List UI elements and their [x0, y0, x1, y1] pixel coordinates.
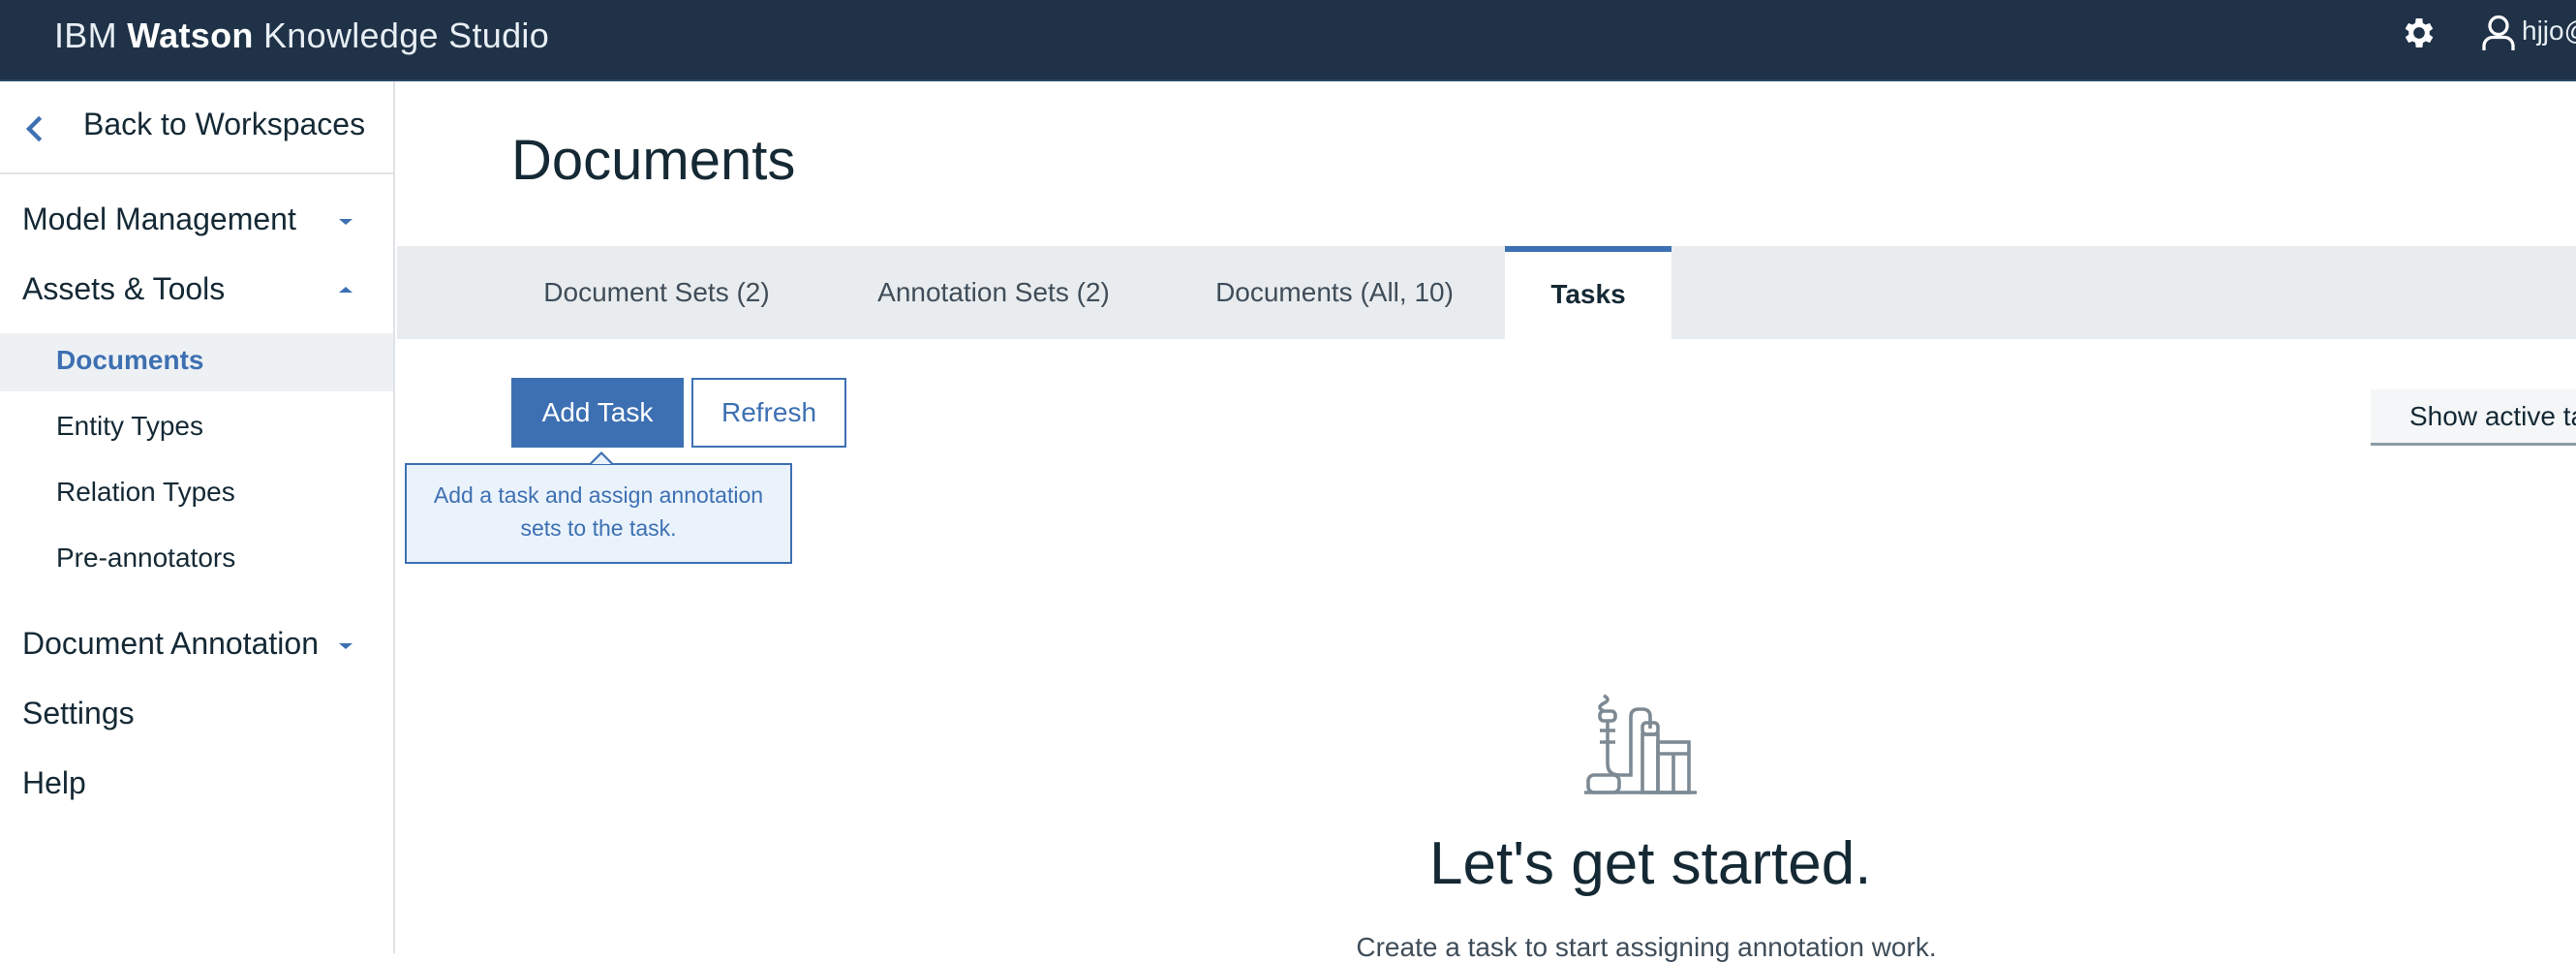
nav-relation-types[interactable]: Relation Types: [56, 477, 235, 508]
add-task-button[interactable]: Add Task: [511, 378, 684, 448]
caret-up-icon[interactable]: [337, 285, 354, 295]
caret-down-icon[interactable]: [337, 641, 354, 651]
page-title: Documents: [511, 129, 796, 192]
nav-entity-types[interactable]: Entity Types: [56, 411, 203, 442]
back-label: Back to Workspaces: [83, 107, 366, 141]
nav-document-annotation[interactable]: Document Annotation: [22, 626, 319, 662]
nav-model-management[interactable]: Model Management: [22, 202, 296, 237]
top-bar: IBM Watson Knowledge Studio hjjo@: [0, 0, 2576, 81]
tooltip-arrow-inner: [592, 454, 611, 464]
tab-document-sets[interactable]: Document Sets (2): [538, 246, 775, 339]
show-active-tasks-toggle[interactable]: Show active ta: [2371, 389, 2576, 446]
nav-pre-annotators[interactable]: Pre-annotators: [56, 543, 235, 574]
empty-state-title: Let's get started.: [1429, 830, 1872, 897]
tab-bar: Document Sets (2) Annotation Sets (2) Do…: [397, 246, 2576, 339]
nav-assets-tools[interactable]: Assets & Tools: [22, 271, 225, 307]
caret-down-icon[interactable]: [337, 217, 354, 227]
add-task-tooltip: Add a task and assign annotation sets to…: [405, 463, 792, 564]
brand-suffix: Knowledge Studio: [263, 16, 550, 55]
nav-documents[interactable]: Documents: [56, 345, 203, 376]
nav-settings[interactable]: Settings: [22, 696, 135, 731]
brand-bold: Watson: [127, 16, 254, 55]
user-name[interactable]: hjjo@: [2522, 16, 2576, 47]
tab-documents-all[interactable]: Documents (All, 10): [1207, 246, 1462, 339]
app-brand: IBM Watson Knowledge Studio: [54, 16, 549, 56]
sidebar: Back to Workspaces Model Management Asse…: [0, 81, 395, 953]
brand-prefix: IBM: [54, 16, 117, 55]
tab-annotation-sets[interactable]: Annotation Sets (2): [870, 246, 1118, 339]
back-to-workspaces[interactable]: Back to Workspaces: [0, 81, 393, 174]
factory-illustration-icon: [1584, 694, 1697, 794]
tab-tasks[interactable]: Tasks: [1505, 246, 1671, 339]
chevron-left-icon: [25, 115, 43, 142]
gear-icon[interactable]: [2400, 14, 2438, 52]
empty-state-subtitle: Create a task to start assigning annotat…: [1356, 932, 1937, 962]
nav-help[interactable]: Help: [22, 765, 86, 801]
user-icon[interactable]: [2481, 14, 2516, 52]
refresh-button[interactable]: Refresh: [691, 378, 846, 448]
